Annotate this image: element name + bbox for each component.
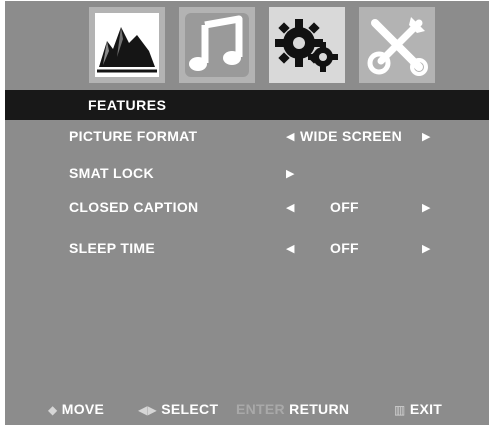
menu-title: FEATURES xyxy=(88,97,167,113)
footer-enter-label: ENTER xyxy=(236,401,285,417)
smat-lock-right-arrow[interactable]: ▶ xyxy=(286,167,294,180)
footer-select-hint: ◀▶ SELECT xyxy=(138,401,218,417)
gears-icon xyxy=(275,19,338,72)
sleep-time-right-arrow[interactable]: ▶ xyxy=(422,242,430,255)
sleep-time-value: OFF xyxy=(330,240,359,256)
menu-title-bar xyxy=(5,90,489,120)
tab-sound[interactable] xyxy=(179,7,255,83)
picture-format-label[interactable]: PICTURE FORMAT xyxy=(69,128,197,144)
tv-osd-screen: FEATURES PICTURE FORMAT ◀ WIDE SCREEN ▶ … xyxy=(0,0,490,426)
closed-caption-label[interactable]: CLOSED CAPTION xyxy=(69,199,198,215)
music-note-icon xyxy=(185,13,249,77)
closed-caption-left-arrow[interactable]: ◀ xyxy=(286,201,294,214)
picture-format-right-arrow[interactable]: ▶ xyxy=(422,130,430,143)
up-down-arrows-icon: ◆ xyxy=(48,403,58,417)
tab-picture[interactable] xyxy=(89,7,165,83)
footer-return-hint: ENTER RETURN xyxy=(236,401,349,417)
tab-setup[interactable] xyxy=(359,7,435,83)
picture-format-left-arrow[interactable]: ◀ xyxy=(286,130,294,143)
closed-caption-value: OFF xyxy=(330,199,359,215)
footer-return-label: RETURN xyxy=(289,401,350,417)
footer-move-label: MOVE xyxy=(61,401,105,417)
smat-lock-label[interactable]: SMAT LOCK xyxy=(69,165,154,181)
footer-exit-hint: ▥ EXIT xyxy=(394,401,442,417)
closed-caption-right-arrow[interactable]: ▶ xyxy=(422,201,430,214)
sleep-time-label[interactable]: SLEEP TIME xyxy=(69,240,155,256)
sleep-time-left-arrow[interactable]: ◀ xyxy=(286,242,294,255)
left-right-arrows-icon: ◀▶ xyxy=(138,403,158,417)
footer-move-hint: ◆ MOVE xyxy=(48,401,104,417)
footer-select-label: SELECT xyxy=(161,401,219,417)
picture-icon xyxy=(95,13,159,77)
picture-format-value: WIDE SCREEN xyxy=(300,128,403,144)
footer-exit-label: EXIT xyxy=(409,401,443,417)
tab-features[interactable] xyxy=(269,7,345,83)
tools-icon xyxy=(367,17,428,76)
menu-icon: ▥ xyxy=(394,403,406,417)
